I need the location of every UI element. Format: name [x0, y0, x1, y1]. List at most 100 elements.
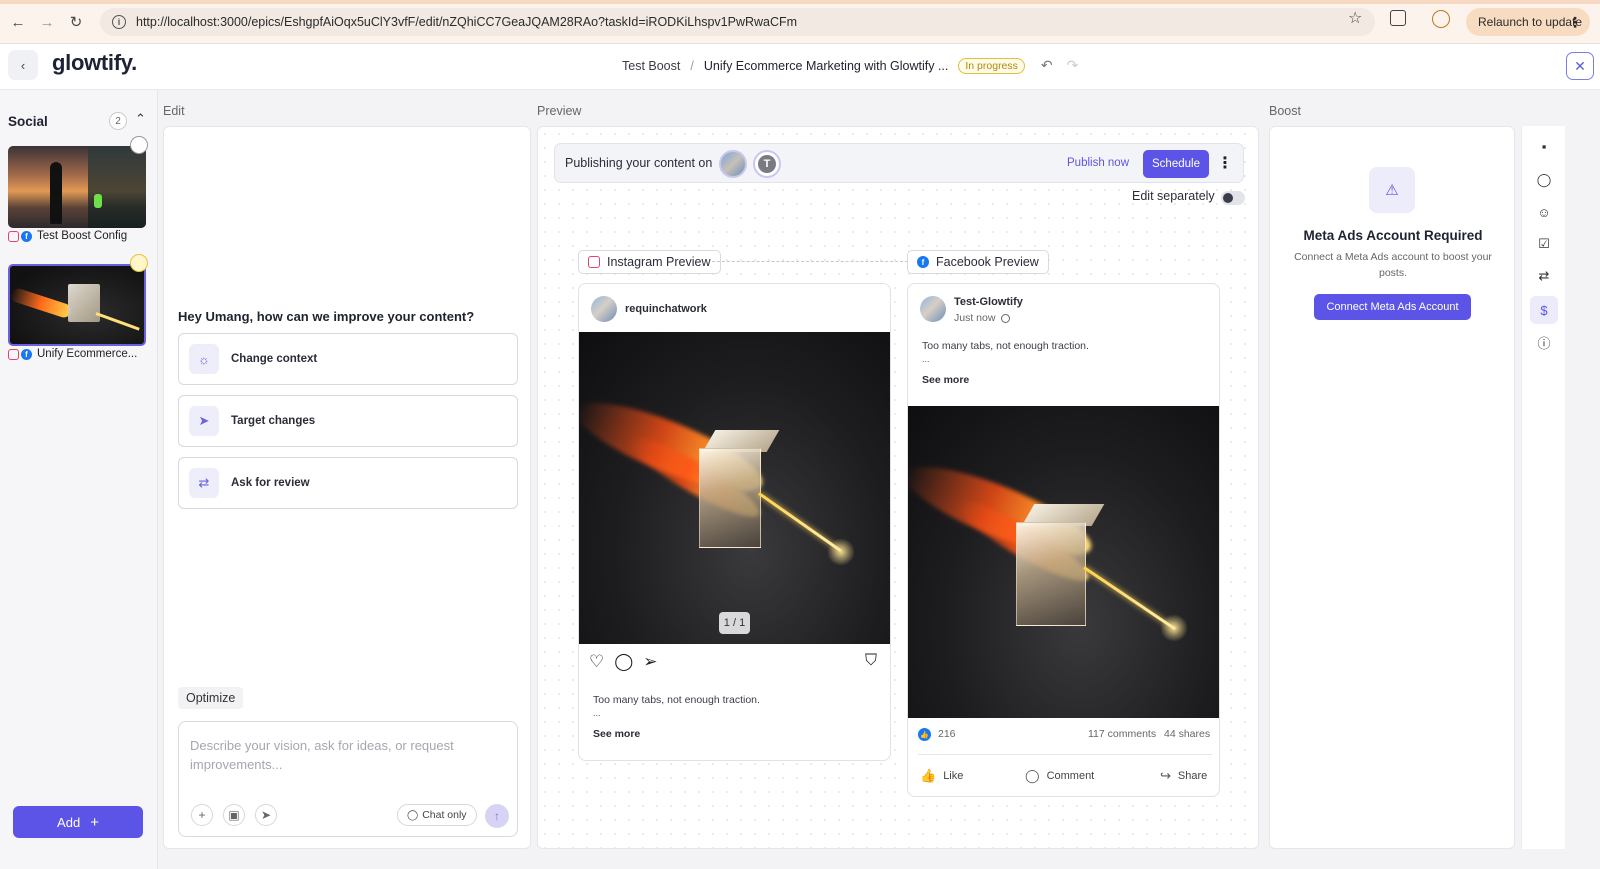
cursor-icon: ➤ [189, 406, 219, 436]
chat-input-box[interactable]: Describe your vision, ask for ideas, or … [178, 721, 518, 837]
select-radio-2[interactable] [130, 254, 148, 272]
back-arrow-icon[interactable]: ← [8, 12, 28, 32]
url-text: http://localhost:3000/epics/EshgpfAiOqx5… [136, 15, 798, 29]
thumbnail-highlight-shape [94, 194, 102, 208]
browser-menu-icon[interactable]: ⋮ [1568, 14, 1582, 31]
content-item-label: Unify Ecommerce... [37, 348, 138, 360]
send-button[interactable]: ↑ [485, 804, 509, 828]
heart-icon[interactable]: ♡ [589, 652, 604, 672]
chat-input-placeholder[interactable]: Describe your vision, ask for ideas, or … [190, 736, 490, 774]
profile-icon[interactable] [1432, 10, 1450, 28]
preview-section-label: Preview [537, 104, 582, 118]
edit-separately-label: Edit separately [1132, 189, 1215, 203]
boost-panel: ⚠ Meta Ads Account Required Connect a Me… [1269, 126, 1515, 849]
thumbnail-window-shape [88, 146, 146, 228]
connect-meta-ads-button[interactable]: Connect Meta Ads Account [1314, 294, 1471, 320]
info-icon[interactable]: ⓘ [1530, 328, 1558, 356]
address-bar[interactable]: i http://localhost:3000/epics/EshgpfAiOq… [100, 8, 1375, 36]
chat-only-button[interactable]: ◯ Chat only [397, 804, 477, 826]
comments-count[interactable]: 117 comments [1088, 728, 1156, 740]
schedule-button[interactable]: Schedule [1143, 150, 1209, 178]
cursor-icon[interactable]: ➤ [255, 804, 277, 826]
share-icon[interactable]: ⇄ [1530, 262, 1558, 290]
comment-label: Comment [1046, 770, 1095, 782]
facebook-comment-button[interactable]: ◯ Comment [1025, 768, 1094, 784]
facebook-like-button[interactable]: 👍 Like [920, 768, 963, 784]
content-thumbnail-2[interactable] [8, 264, 146, 346]
avatar [920, 296, 946, 322]
facebook-icon: f [21, 230, 32, 242]
edit-separately-toggle[interactable] [1221, 191, 1245, 205]
send-icon[interactable]: ➢ [643, 652, 657, 672]
instagram-preview-chip[interactable]: Instagram Preview [578, 250, 721, 274]
publish-now-button[interactable]: Publish now [1067, 157, 1129, 169]
status-badge: In progress [958, 57, 1025, 74]
channel-avatar-facebook[interactable]: T [753, 150, 781, 178]
more-options-icon[interactable]: ⋮ [1217, 153, 1233, 173]
chat-icon[interactable]: ◯ [1530, 166, 1558, 194]
globe-icon [1001, 313, 1011, 323]
divider [918, 754, 1212, 755]
breadcrumb-parent[interactable]: Test Boost [622, 59, 680, 73]
undo-icon[interactable]: ↶ [1041, 57, 1053, 74]
arrow-up-icon: ↑ [494, 809, 500, 823]
thumbs-up-icon: 👍 [920, 768, 937, 783]
time-text: Just now [954, 312, 996, 324]
chevron-left-icon: ‹ [20, 57, 26, 73]
likes-count[interactable]: 216 [938, 728, 956, 740]
option-label: Target changes [231, 415, 316, 427]
forward-arrow-icon[interactable]: → [37, 12, 57, 32]
extensions-icon[interactable] [1390, 10, 1406, 26]
bookmark-icon[interactable]: ⛉ [865, 652, 877, 670]
optimize-tab[interactable]: Optimize [178, 687, 244, 709]
facebook-preview-chip[interactable]: f Facebook Preview [907, 250, 1049, 274]
browser-toolbar: ← → ↻ i http://localhost:3000/epics/Eshg… [0, 0, 1600, 44]
content-thumbnail-1[interactable] [8, 146, 146, 228]
instagram-see-more[interactable]: See more [593, 728, 640, 740]
instagram-icon [8, 230, 19, 242]
dollar-icon[interactable]: $ [1530, 296, 1558, 324]
comment-icon[interactable]: ◯ [614, 652, 633, 672]
content-item-1[interactable]: f Test Boost Config [8, 230, 127, 242]
facebook-see-more[interactable]: See more [922, 374, 969, 386]
site-info-icon[interactable]: i [112, 15, 126, 29]
calendar-icon[interactable]: ▪ [1530, 132, 1558, 160]
bookmark-star-icon[interactable]: ☆ [1348, 8, 1362, 28]
like-reaction-icon: 👍 [918, 728, 931, 741]
instagram-icon [588, 256, 600, 268]
plus-icon[interactable]: + [191, 804, 213, 826]
content-sidebar: Social 2 ⌃ f Test Boost Config f Unify E… [0, 90, 158, 869]
avatar-letter: T [758, 155, 776, 173]
instagram-post-image: 1 / 1 [579, 332, 890, 644]
instagram-account-name: requinchatwork [625, 303, 707, 315]
shares-count[interactable]: 44 shares [1164, 728, 1210, 740]
relaunch-button[interactable]: Relaunch to update ⋮ [1466, 8, 1590, 36]
reload-icon[interactable]: ↻ [66, 12, 86, 32]
chevron-up-icon[interactable]: ⌃ [135, 111, 146, 127]
sidebar-count-badge: 2 [109, 112, 127, 130]
close-editor-button[interactable]: ✕ [1566, 52, 1594, 80]
channel-avatar-instagram[interactable] [719, 150, 747, 178]
boost-title: Meta Ads Account Required [1303, 228, 1483, 243]
checklist-icon[interactable]: ☑ [1530, 230, 1558, 258]
facebook-share-button[interactable]: ↪ Share [1160, 768, 1207, 784]
app-back-button[interactable]: ‹ [8, 50, 38, 80]
lightbulb-icon: ☼ [189, 344, 219, 374]
preview-panel: Publishing your content on T Publish now… [537, 126, 1259, 849]
cube-shape [1016, 522, 1086, 626]
change-context-button[interactable]: ☼ Change context [178, 333, 518, 385]
select-radio-1[interactable] [130, 136, 148, 154]
content-item-2[interactable]: f Unify Ecommerce... [8, 348, 137, 360]
toggle-knob [1223, 193, 1233, 203]
target-changes-button[interactable]: ➤ Target changes [178, 395, 518, 447]
user-icon[interactable]: ☺ [1530, 198, 1558, 226]
comment-icon: ◯ [1025, 768, 1040, 783]
redo-icon[interactable]: ↷ [1067, 57, 1079, 74]
thumbnail-flame-shape [10, 286, 73, 320]
ask-for-review-button[interactable]: ⇄ Ask for review [178, 457, 518, 509]
breadcrumb: Test Boost / Unify Ecommerce Marketing w… [622, 57, 1078, 74]
light-glow-shape [1160, 614, 1188, 642]
add-content-button[interactable]: Add + [13, 806, 143, 838]
chip-label: Facebook Preview [936, 255, 1039, 269]
image-icon[interactable]: ▣ [223, 804, 245, 826]
